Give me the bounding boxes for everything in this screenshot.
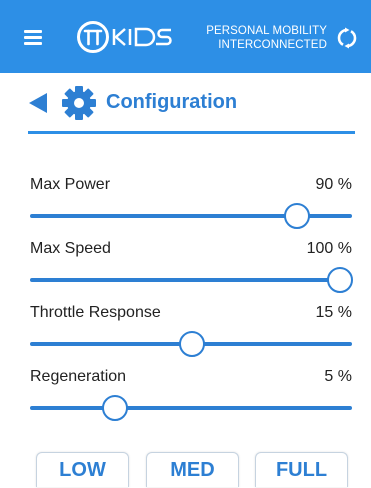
title-divider: [28, 131, 355, 134]
slider-thumb[interactable]: [327, 267, 353, 293]
regeneration-slider[interactable]: [30, 393, 352, 423]
setting-value: 100 %: [306, 240, 352, 257]
title-bar: Configuration: [28, 82, 354, 126]
setting-label: Max Speed: [30, 240, 111, 257]
setting-label: Max Power: [30, 176, 111, 193]
setting-value: 15 %: [315, 304, 352, 321]
preset-bar: LOW MED FULL: [36, 452, 348, 487]
brand-tagline-line2: INTERCONNECTED: [218, 39, 327, 51]
slider-track[interactable]: [30, 406, 352, 410]
throttle-response-slider[interactable]: [30, 329, 352, 359]
hamburger-menu-icon[interactable]: [24, 30, 42, 45]
setting-throttle-response: Throttle Response 15 %: [30, 304, 352, 364]
preset-low-button[interactable]: LOW: [36, 452, 129, 487]
slider-thumb[interactable]: [102, 395, 129, 421]
setting-label: Regeneration: [30, 368, 127, 385]
back-arrow-icon[interactable]: [28, 92, 48, 114]
slider-track[interactable]: [30, 278, 352, 282]
setting-label: Throttle Response: [30, 304, 161, 321]
setting-value: 5 %: [324, 368, 352, 385]
preset-med-button[interactable]: MED: [146, 452, 239, 487]
brand-tagline-line1: PERSONAL MOBILITY: [206, 25, 327, 37]
preset-full-button[interactable]: FULL: [255, 452, 348, 487]
slider-thumb[interactable]: [179, 331, 206, 357]
setting-max-speed: Max Speed 100 %: [30, 240, 353, 300]
brand-tagline: PERSONAL MOBILITY INTERCONNECTED: [206, 24, 327, 52]
setting-regeneration: Regeneration 5 %: [30, 368, 352, 428]
gear-icon: [61, 85, 97, 121]
app-header: PERSONAL MOBILITY INTERCONNECTED: [0, 0, 371, 73]
max-power-slider[interactable]: [30, 201, 352, 231]
slider-thumb[interactable]: [283, 203, 310, 229]
setting-max-power: Max Power 90 %: [30, 176, 352, 236]
max-speed-slider[interactable]: [30, 265, 353, 295]
sync-icon[interactable]: [335, 26, 359, 50]
setting-value: 90 %: [315, 176, 352, 193]
tt-kids-logo: [76, 20, 194, 54]
page-title: Configuration: [106, 91, 238, 113]
